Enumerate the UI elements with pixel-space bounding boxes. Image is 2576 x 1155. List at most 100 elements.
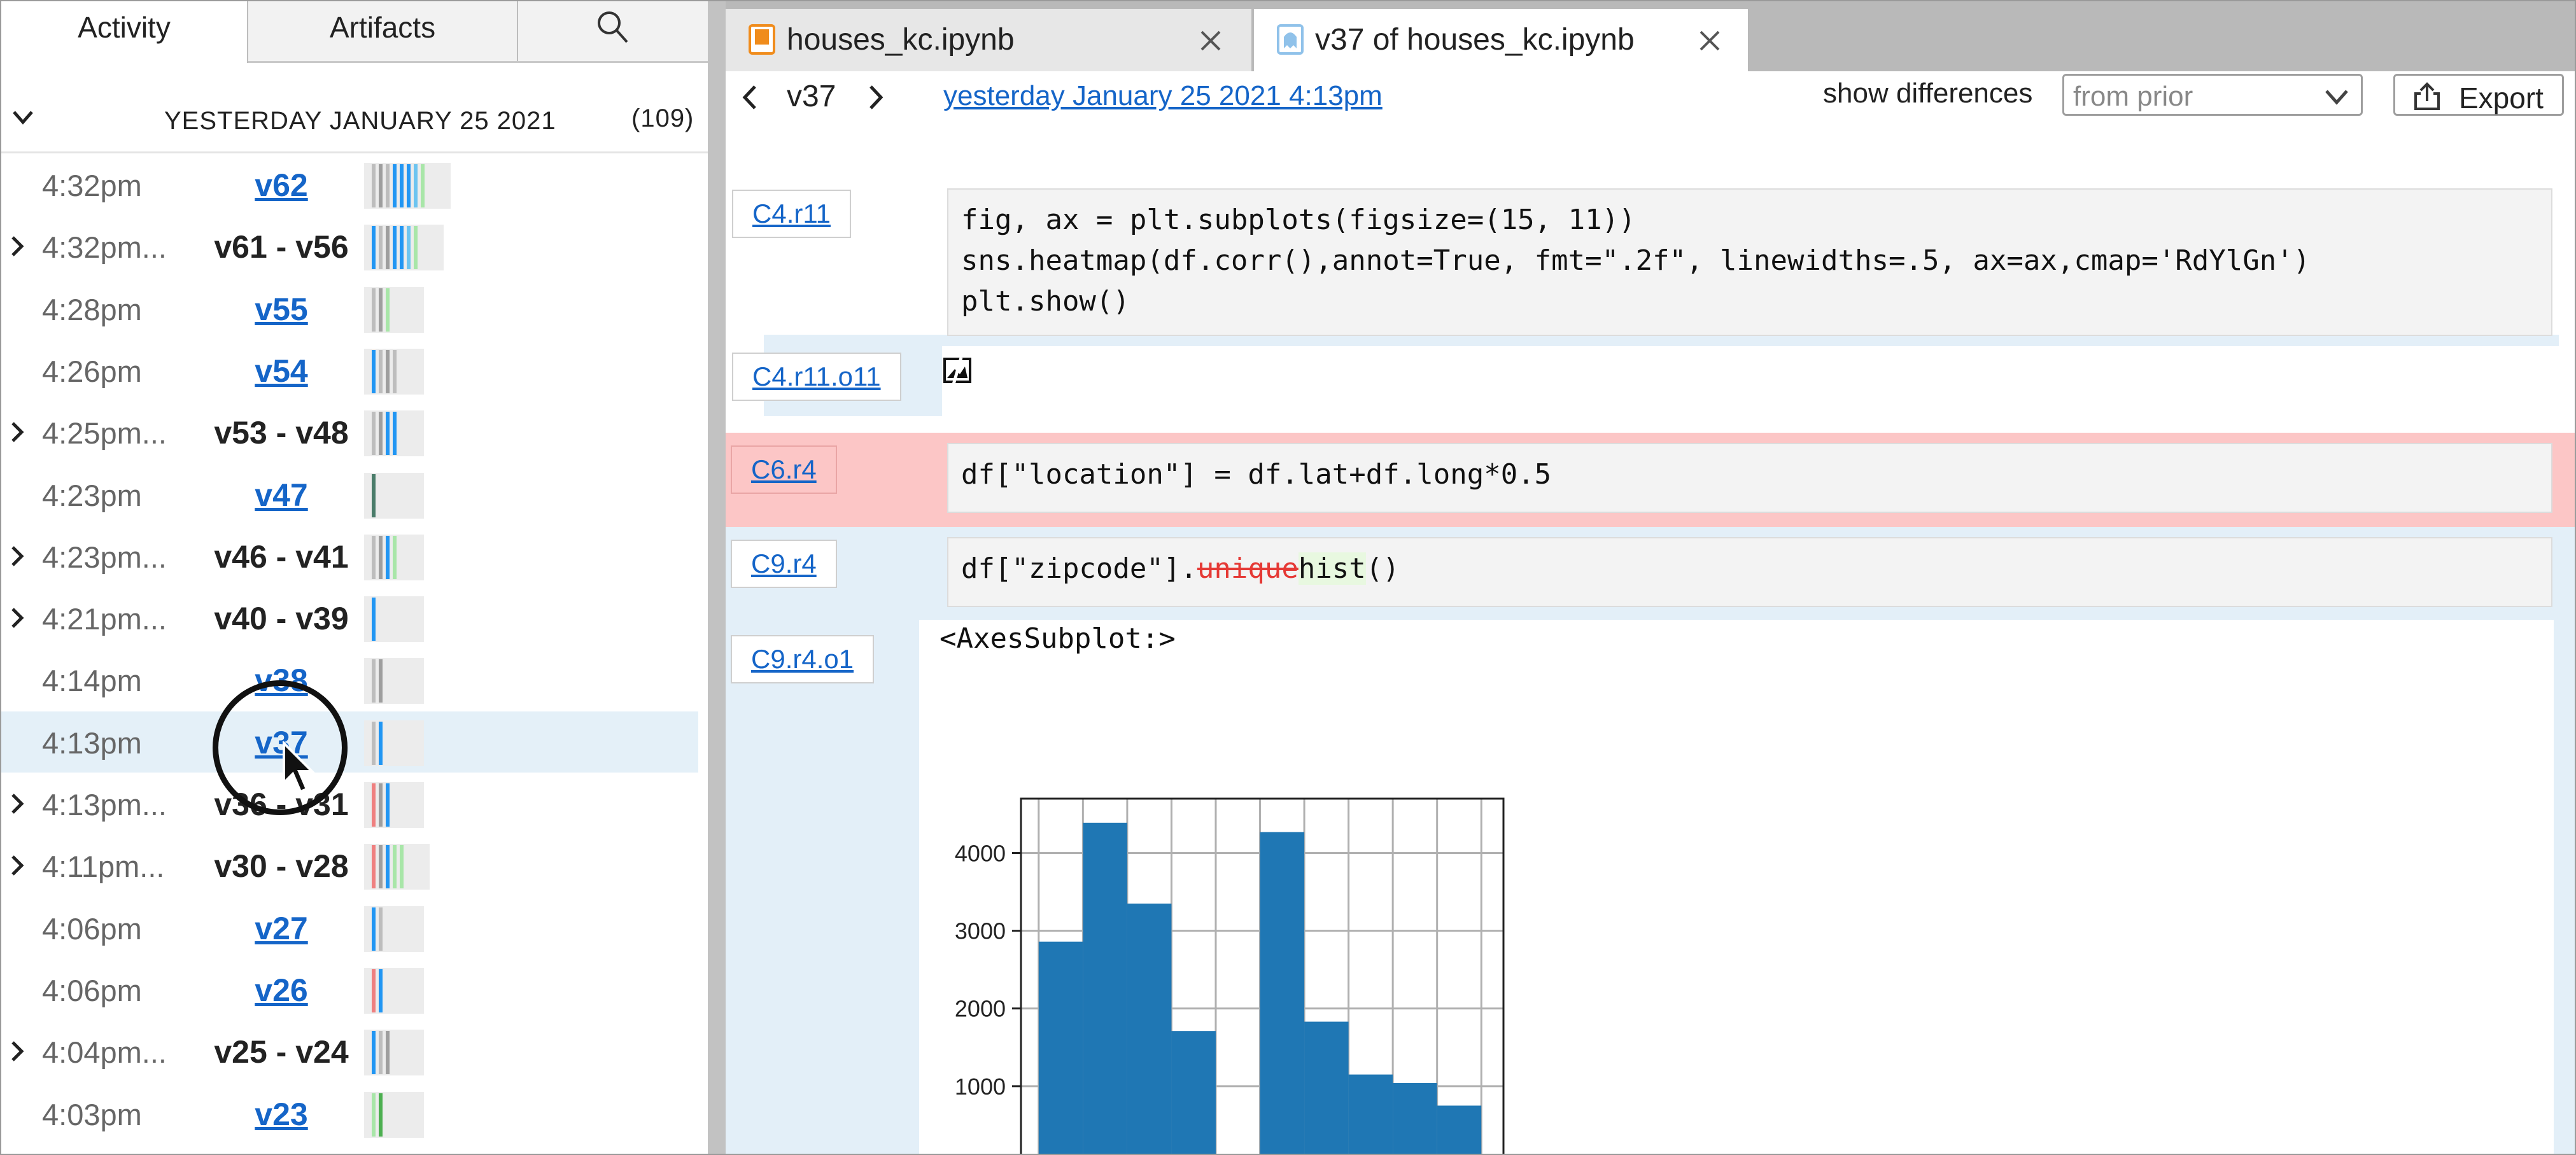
history-panel: Activity Artifacts YESTERDAY JANUARY 25 … [1,1,708,1154]
chevron-right-icon[interactable] [8,543,27,569]
change-sparkline [364,287,424,333]
version-row[interactable]: 4:21pm... v40 - v39 [1,587,698,648]
tab-activity[interactable]: Activity [1,1,248,63]
notebook-viewer: houses_kc.ipynb v37 of houses_kc.ipynb v… [726,1,2575,1154]
chevron-down-icon [13,111,33,125]
chevron-right-icon[interactable] [8,419,27,445]
change-sparkline [364,844,430,890]
version-range-label[interactable]: v30 - v28 [186,848,377,885]
version-link[interactable]: v26 [186,972,377,1009]
sparkline-bar [372,907,376,951]
cell-label-c6[interactable]: C6.r4 [731,445,837,494]
sparkline-bar [372,412,376,455]
version-row[interactable]: 4:06pm v26 [1,959,698,1020]
sparkline-bar [379,288,383,332]
version-time: 4:03pm [42,1098,142,1131]
inserted-code-text: hist [1298,552,1366,585]
code-text: () [1365,552,1400,585]
code-cell-c4[interactable]: fig, ax = plt.subplots(figsize=(15, 11))… [947,188,2552,336]
chevron-right-icon[interactable] [8,605,27,631]
chevron-right-icon[interactable] [8,853,27,878]
sparkline-bar [372,1093,376,1137]
sparkline-bar [393,350,397,393]
version-row[interactable]: 4:23pm v47 [1,464,698,525]
version-range-label[interactable]: v46 - v41 [186,538,377,575]
divider [1,151,708,153]
version-row[interactable]: 4:25pm... v53 - v48 [1,402,698,463]
sparkline-bar [393,412,397,455]
version-time: 4:06pm [42,974,142,1007]
panel-splitter[interactable] [708,1,726,1154]
code-cell-c9[interactable]: df["zipcode"].uniquehist() [947,537,2552,607]
change-sparkline [364,1092,424,1138]
version-link[interactable]: v47 [186,477,377,514]
cell-label-c9-output[interactable]: C9.r4.o1 [731,635,875,683]
version-toolbar: v37 yesterday January 25 2021 4:13pm sho… [726,71,2575,123]
close-icon[interactable] [1198,28,1223,53]
sparkline-bar [379,722,383,765]
histogram-bar [1127,903,1172,1154]
cell-label-c4-output[interactable]: C4.r11.o11 [732,353,901,401]
cell-label-c9[interactable]: C9.r4 [731,540,837,588]
current-version-label: v37 [787,80,836,113]
version-row[interactable]: 4:28pm v55 [1,278,698,339]
version-time: 4:14pm [42,664,142,697]
version-date-link[interactable]: yesterday January 25 2021 4:13pm [943,80,1383,112]
version-row[interactable]: 4:26pm v54 [1,340,698,401]
version-range-label[interactable]: v61 - v56 [186,228,377,265]
version-row[interactable]: 4:13pm v37 [1,711,698,773]
sparkline-bar [393,536,397,579]
sparkline-bar [372,474,376,517]
chevron-left-icon[interactable] [738,83,761,112]
close-icon[interactable] [1697,28,1722,53]
version-range-label[interactable]: v53 - v48 [186,414,377,451]
sparkline-bar [386,164,390,207]
sparkline-bar [393,226,397,269]
chevron-right-icon[interactable] [8,234,27,259]
version-time: 4:11pm... [42,850,165,883]
y-tick-label: 4000 [955,840,1006,866]
version-row[interactable]: 4:03pm v23 [1,1083,698,1144]
chevron-right-icon[interactable] [864,83,887,112]
version-row[interactable]: 4:14pm v38 [1,649,698,710]
sparkline-bar [386,350,390,393]
version-row[interactable]: 4:11pm... v30 - v28 [1,835,698,896]
version-row[interactable]: 4:13pm... v36 - v31 [1,773,698,834]
histogram-bar [1038,941,1083,1154]
tab-artifacts[interactable]: Artifacts [248,1,518,61]
sparkline-bar [386,288,390,332]
sparkline-bar [379,536,383,579]
tab-search[interactable] [518,1,708,61]
chevron-right-icon[interactable] [8,1039,27,1064]
version-range-label[interactable]: v25 - v24 [186,1033,377,1070]
version-link[interactable]: v23 [186,1096,377,1133]
version-time: 4:13pm [42,726,142,760]
version-row[interactable]: 4:23pm... v46 - v41 [1,526,698,587]
version-link[interactable]: v54 [186,353,377,389]
file-tab-title: houses_kc.ipynb [787,23,1015,57]
sparkline-bar [372,536,376,579]
version-link[interactable]: v55 [186,291,377,328]
version-row[interactable]: 4:32pm v62 [1,154,698,215]
search-icon [598,11,628,43]
file-tab-v37[interactable]: v37 of houses_kc.ipynb [1254,9,1748,73]
file-tab-houses[interactable]: houses_kc.ipynb [726,9,1251,71]
day-group-header[interactable]: YESTERDAY JANUARY 25 2021 (109) [1,97,708,148]
sparkline-bar [379,412,383,455]
diff-mode-select[interactable]: from prior [2062,74,2363,116]
version-row[interactable]: 4:06pm v27 [1,897,698,958]
version-range-label[interactable]: v40 - v39 [186,600,377,637]
chevron-right-icon[interactable] [8,791,27,816]
version-time: 4:25pm... [42,416,167,450]
cell-label-c4[interactable]: C4.r11 [732,190,851,238]
sparkline-bar [386,536,390,579]
export-button[interactable]: Export [2393,74,2564,116]
code-cell-c6[interactable]: df["location"] = df.lat+df.long*0.5 [947,443,2552,513]
version-link[interactable]: v62 [186,167,377,204]
version-row[interactable]: 4:04pm... v25 - v24 [1,1021,698,1082]
sparkline-bar [400,164,404,207]
version-link[interactable]: v27 [186,910,377,947]
sparkline-bar [393,164,397,207]
version-row[interactable]: 4:32pm... v61 - v56 [1,216,698,277]
mouse-pointer-icon [283,741,315,794]
